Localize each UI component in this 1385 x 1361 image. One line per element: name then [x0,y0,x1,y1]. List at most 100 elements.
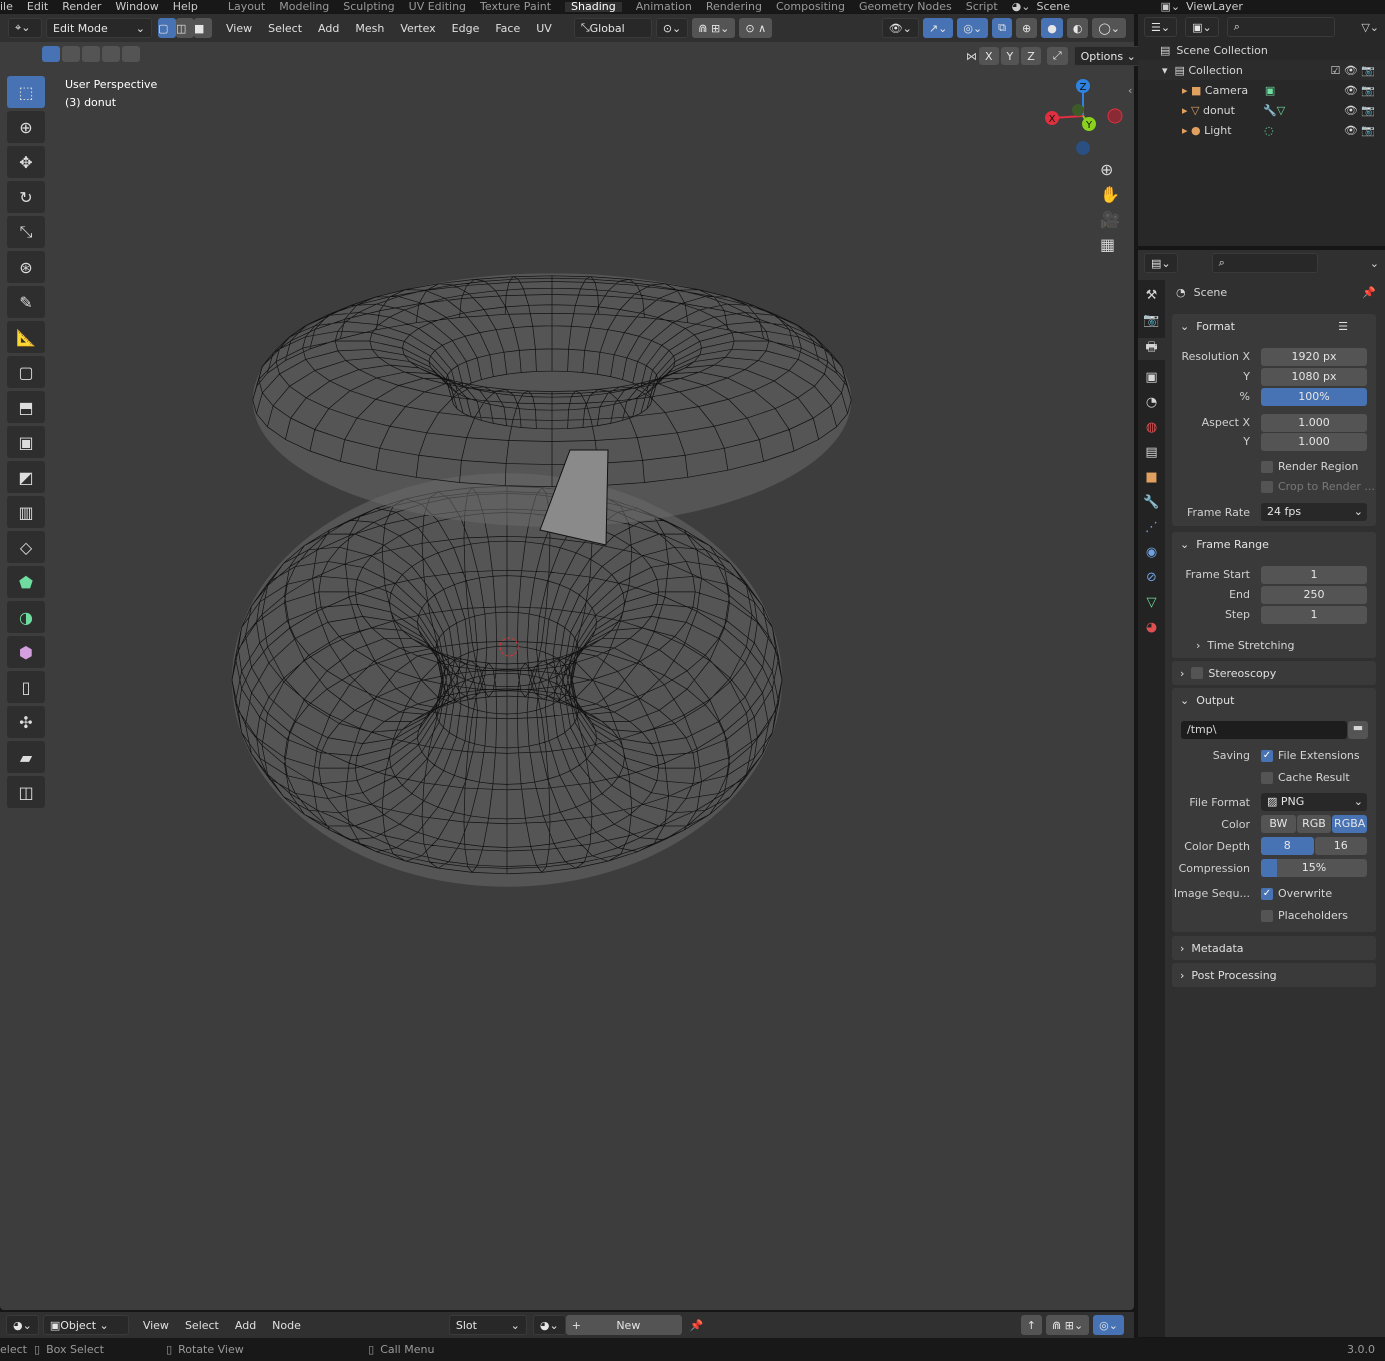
post-processing-panel[interactable]: › Post Processing [1172,963,1376,987]
material-tab-icon[interactable]: ◕ [1146,620,1157,635]
time-stretching-subpanel[interactable]: › Time Stretching [1196,639,1295,652]
frame-rate-label: Frame Rate [1187,506,1250,519]
collection-tab-icon[interactable]: ▤ [1145,445,1157,460]
render-region-checkbox[interactable]: Render Region [1261,460,1358,473]
file-extensions-checkbox[interactable]: ✓ File Extensions [1261,749,1360,762]
color-rgb[interactable]: RGB [1296,815,1332,833]
frame-range-panel: ⌄ Frame Range Frame Start 1 End 250 Step… [1172,532,1376,658]
outliner-item-light[interactable]: ▸ ● Light ◌ 👁 📷 [1138,120,1385,140]
presets-list-icon[interactable]: ☰ [1338,320,1376,333]
output-tab-icon[interactable]: 🖶 [1138,338,1165,360]
output-path-field[interactable]: /tmp\ [1181,721,1347,739]
mouse-middle-icon: ▯ [166,1343,173,1356]
camera-data-icon[interactable]: ▣ [1265,84,1275,97]
mouse-left-icon: ▯ [34,1343,41,1356]
scene-collection-row[interactable]: ▤ Scene Collection [1138,40,1385,60]
resolution-x-field[interactable]: 1920 px [1261,348,1367,366]
stereoscopy-checkbox[interactable] [1191,667,1204,679]
mesh-data-icon[interactable]: ▽ [1277,104,1285,117]
shader-editor-type[interactable]: ◕⌄ [6,1315,39,1335]
visibility-toggles[interactable]: ☑ 👁 📷 [1330,64,1385,77]
status-rotate-view: Rotate View [178,1343,244,1356]
frame-rate-dropdown[interactable]: 24 fps ⌄ [1261,503,1367,521]
resolution-percent-label: % [1239,390,1250,403]
frame-end-field[interactable]: 250 [1261,586,1367,604]
cache-result-checkbox[interactable]: Cache Result [1261,771,1350,784]
status-bar: elect ▯ Box Select ▯ Rotate View ▯ Call … [0,1338,1385,1361]
modifier-wrench-icon[interactable]: 🔧 [1263,104,1277,117]
image-icon: ▨ [1267,795,1281,808]
scene-tab-icon[interactable]: ◔ [1146,395,1157,410]
outliner-item-donut[interactable]: ▸ ▽ donut 🔧 ▽ 👁 📷 [1138,100,1385,120]
color-mode-selector: BW RGB RGBA [1261,815,1368,833]
mesh-icon: ▸ ▽ [1182,103,1200,117]
resolution-y-field[interactable]: 1080 px [1261,368,1367,386]
pin-icon[interactable]: 📌 [1362,286,1376,299]
pin-icon[interactable]: 📌 [690,1319,704,1332]
view-layer-selector[interactable]: ViewLayer [1186,1,1243,12]
object-tab-icon[interactable]: ■ [1145,470,1157,485]
aspect-x-field[interactable]: 1.000 [1261,414,1367,432]
overwrite-checkbox[interactable]: ✓ Overwrite [1261,887,1332,900]
parent-node-tree-icon[interactable]: ↑ [1020,1315,1043,1335]
color-label: Color [1221,818,1250,831]
aspect-y-field[interactable]: 1.000 [1261,433,1367,451]
depth-16[interactable]: 16 [1314,837,1367,855]
shader-menu-view[interactable]: View [143,1319,169,1332]
modifier-tab-icon[interactable]: 🔧 [1143,495,1159,510]
render-tab-icon[interactable]: 📷 [1143,313,1159,328]
stereoscopy-panel[interactable]: › Stereoscopy [1172,661,1376,685]
output-header[interactable]: ⌄ Output [1172,688,1376,712]
shader-overlay-toggle[interactable]: ◎⌄ [1093,1315,1124,1335]
color-bw[interactable]: BW [1261,815,1296,833]
light-visibility[interactable]: 👁 📷 [1344,124,1385,137]
frame-start-field[interactable]: 1 [1261,566,1367,584]
placeholders-checkbox[interactable]: Placeholders [1261,909,1348,922]
properties-editor-type[interactable]: ▤⌄ [1144,253,1178,273]
chevron-down-icon[interactable]: ⌄ [1370,257,1379,270]
filter-view-button[interactable]: ▣⌄ [1185,17,1219,37]
particles-tab-icon[interactable]: ⋰ [1145,520,1158,535]
light-data-icon[interactable]: ◌ [1264,124,1274,137]
crop-checkbox[interactable]: Crop to Render ... [1261,480,1375,493]
material-browse[interactable]: ◕⌄ [532,1315,566,1335]
status-select: elect [0,1343,27,1356]
view-layer-icon[interactable]: ▣⌄ [1160,1,1180,12]
donut-visibility[interactable]: 👁 📷 [1344,104,1385,117]
compression-slider[interactable]: 15% [1261,859,1367,877]
status-call-menu: Call Menu [380,1343,435,1356]
output-panel: ⌄ Output /tmp\ ▬ Saving ✓ File Extensions… [1172,688,1376,932]
constraints-tab-icon[interactable]: ⊘ [1146,570,1157,585]
object-icon: ▣ [49,1318,61,1332]
data-tab-icon[interactable]: ▽ [1147,595,1157,610]
display-mode-button[interactable]: ☰⌄ [1144,17,1178,37]
metadata-panel[interactable]: › Metadata [1172,936,1376,960]
shader-menu-select[interactable]: Select [185,1319,219,1332]
slot-dropdown[interactable]: Slot ⌄ [448,1315,527,1335]
world-tab-icon[interactable]: ◍ [1146,420,1157,435]
snap-icon[interactable]: ⋒ ⊞⌄ [1046,1315,1090,1335]
frame-range-header[interactable]: ⌄ Frame Range [1172,532,1376,556]
depth-8[interactable]: 8 [1261,837,1314,855]
view-layer-tab-icon[interactable]: ▣ [1145,370,1157,385]
shader-menu-node[interactable]: Node [272,1319,301,1332]
resolution-percent-field[interactable]: 100% [1261,388,1367,406]
filter-icon[interactable]: ▽⌄ [1361,21,1379,34]
shader-menu-add[interactable]: Add [235,1319,256,1332]
new-material-button[interactable]: + New [565,1315,682,1335]
properties-search[interactable]: ⌕ [1211,253,1318,273]
file-format-dropdown[interactable]: ▨ PNG ⌄ [1261,793,1367,811]
shader-object-selector[interactable]: ▣ Object ⌄ [42,1315,129,1335]
frame-step-field[interactable]: 1 [1261,606,1367,624]
folder-icon[interactable]: ▬ [1348,721,1368,739]
outliner-item-camera[interactable]: ▸ ■ Camera ▣ 👁 📷 [1138,80,1385,100]
camera-visibility[interactable]: 👁 📷 [1344,84,1385,97]
donut-wireframe-mesh[interactable] [0,0,1134,1310]
outliner-search[interactable]: ⌕ [1226,17,1335,37]
color-rgba[interactable]: RGBA [1332,815,1368,833]
collection-row[interactable]: ▾ ▤ Collection ☑ 👁 📷 [1138,60,1385,80]
outliner: ☰⌄ ▣⌄ ⌕ ▽⌄ ▤ Scene Collection ▾ ▤ Collect… [1138,14,1385,246]
physics-tab-icon[interactable]: ◉ [1146,545,1157,560]
tool-tab-icon[interactable]: ⚒ [1146,288,1158,303]
format-panel-header[interactable]: ⌄ Format ☰ [1172,314,1376,338]
